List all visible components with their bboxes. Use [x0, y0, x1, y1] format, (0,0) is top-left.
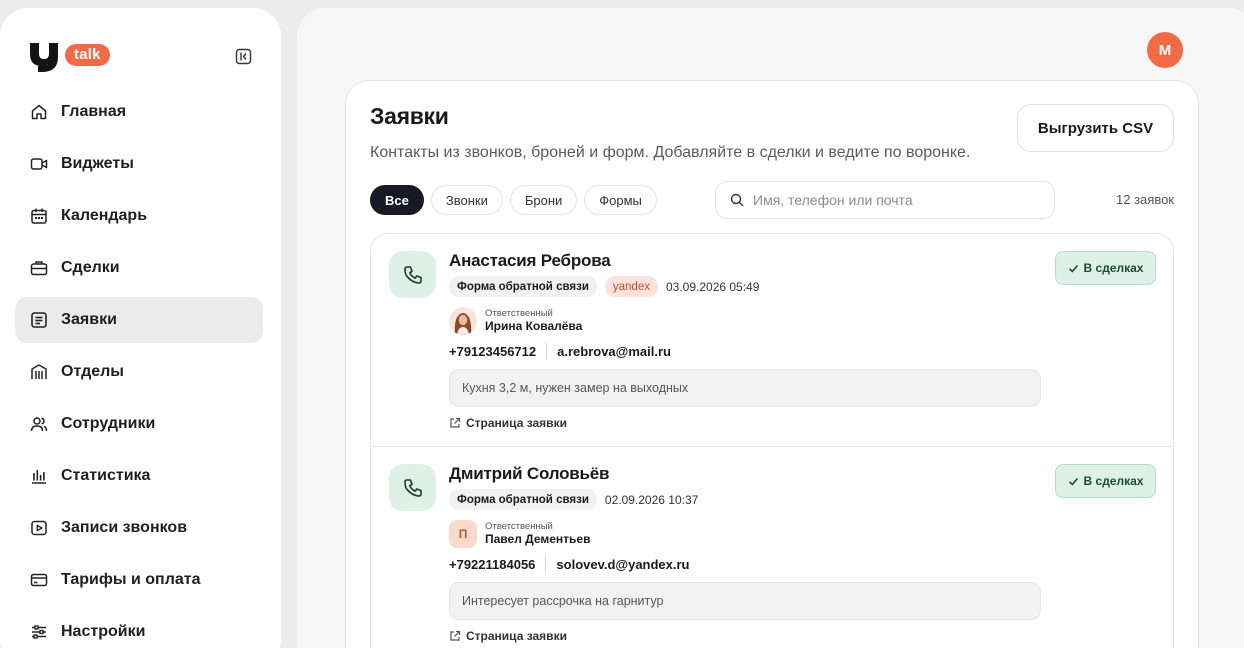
search-box[interactable] [715, 181, 1055, 219]
external-link-icon [450, 630, 461, 641]
check-icon [1068, 264, 1078, 273]
sidebar-item-calendar[interactable]: Календарь [15, 193, 263, 239]
export-csv-button[interactable]: Выгрузить CSV [1017, 104, 1174, 152]
sidebar-item-label: Статистика [61, 467, 151, 484]
sidebar-item-label: Сделки [61, 259, 120, 276]
lead-type-badge [389, 251, 436, 298]
list-item[interactable]: Анастасия Реброва Форма обратной связи y… [371, 234, 1173, 447]
list-item[interactable]: Дмитрий Соловьёв Форма обратной связи 02… [371, 447, 1173, 648]
sidebar-item-departments[interactable]: Отделы [15, 349, 263, 395]
chart-icon [32, 470, 46, 484]
lead-page-link-label: Страница заявки [466, 629, 567, 643]
sidebar-item-label: Заявки [61, 311, 117, 328]
responsible-name: Ирина Ковалёва [485, 319, 583, 333]
sidebar-item-label: Настройки [61, 623, 146, 640]
lead-date: 02.09.2026 10:37 [604, 492, 699, 507]
lead-page-link[interactable]: Страница заявки [449, 416, 567, 430]
calendar-icon [31, 208, 47, 224]
lead-comment: Интересует рассрочка на гарнитур [449, 582, 1041, 620]
sidebar-item-home[interactable]: Главная [15, 89, 263, 135]
home-icon [31, 104, 47, 120]
filter-calls[interactable]: Звонки [430, 185, 503, 215]
sidebar-item-statistics[interactable]: Статистика [15, 453, 263, 499]
sidebar-item-call-records[interactable]: Записи звонков [15, 505, 263, 551]
sidebar-item-label: Виджеты [61, 155, 134, 172]
check-icon [1068, 477, 1078, 486]
divider [546, 343, 548, 359]
sidebar-item-label: Отделы [61, 363, 124, 380]
logo-mark-icon [30, 43, 58, 72]
lead-name: Анастасия Реброва [449, 251, 611, 270]
sidebar-item-label: Записи звонков [61, 519, 188, 536]
sliders-icon [32, 625, 46, 639]
sidebar-item-label: Главная [61, 103, 127, 120]
lead-date: 03.09.2026 05:49 [665, 279, 760, 294]
utm-tag: yandex [604, 276, 658, 297]
phone-icon [403, 265, 422, 284]
responsible: Ответственный Ирина Ковалёва [449, 307, 582, 335]
lead-page-link-label: Страница заявки [466, 416, 567, 430]
avatar: П [449, 520, 477, 548]
users-icon [30, 417, 48, 432]
filter-chips: Все Звонки Брони Формы [370, 185, 664, 215]
lead-comment: Кухня 3,2 м, нужен замер на выходных [449, 369, 1041, 407]
avatar [449, 307, 477, 335]
lead-page-link[interactable]: Страница заявки [449, 629, 567, 643]
user-avatar[interactable]: М [1147, 32, 1183, 68]
sidebar-item-leads[interactable]: Заявки [15, 297, 263, 343]
filter-forms[interactable]: Формы [584, 185, 657, 215]
lead-phone[interactable]: +79123456712 [449, 344, 536, 359]
source-tag: Форма обратной связи [449, 276, 597, 297]
divider [545, 556, 547, 572]
sidebar-item-widgets[interactable]: Виджеты [15, 141, 263, 187]
search-icon [730, 193, 744, 207]
responsible-name: Павел Дементьев [485, 532, 591, 546]
lead-type-badge [389, 464, 436, 511]
lead-contacts: +79221184056 solovev.d@yandex.ru [449, 556, 690, 572]
sidebar-item-label: Сотрудники [61, 415, 156, 432]
lead-name: Дмитрий Соловьёв [449, 464, 610, 483]
external-link-icon [450, 417, 461, 428]
sidebar-item-label: Календарь [61, 207, 148, 224]
list-icon [31, 312, 47, 328]
video-icon [30, 158, 48, 170]
lead-contacts: +79123456712 a.rebrova@mail.ru [449, 343, 671, 359]
card-icon [30, 573, 48, 587]
sidebar-nav: Главная Виджеты Календарь Сделки Заявки … [15, 89, 263, 648]
sidebar-item-deals[interactable]: Сделки [15, 245, 263, 291]
lead-tags: Форма обратной связи 02.09.2026 10:37 [449, 489, 698, 510]
sidebar-item-employees[interactable]: Сотрудники [15, 401, 263, 447]
sidebar-item-label: Тарифы и оплата [61, 571, 201, 588]
source-tag: Форма обратной связи [449, 489, 597, 510]
lead-email[interactable]: a.rebrova@mail.ru [557, 344, 671, 359]
page-subtitle: Контакты из звонков, броней и форм. Доба… [370, 144, 971, 161]
responsible: П Ответственный Павел Дементьев [449, 520, 590, 548]
filter-all[interactable]: Все [370, 185, 424, 215]
page-title: Заявки [370, 103, 449, 129]
in-deals-button[interactable]: В сделках [1055, 251, 1156, 285]
filter-bookings[interactable]: Брони [509, 185, 578, 215]
logo-text: talk [65, 44, 110, 66]
lead-phone[interactable]: +79221184056 [449, 557, 535, 572]
building-icon [31, 364, 47, 379]
responsible-label: Ответственный [485, 308, 553, 319]
logo[interactable]: talk [28, 40, 110, 74]
briefcase-icon [30, 261, 48, 276]
in-deals-label: В сделках [1083, 474, 1144, 488]
search-input[interactable] [753, 192, 1033, 208]
phone-icon [403, 478, 422, 497]
leads-list: Анастасия Реброва Форма обратной связи y… [370, 233, 1174, 648]
sidebar-item-settings[interactable]: Настройки [15, 609, 263, 648]
play-icon [31, 520, 47, 536]
leads-count: 12 заявок [1116, 192, 1174, 207]
sidebar: talk Главная Виджеты Календарь Сделки За… [0, 8, 281, 648]
sidebar-item-billing[interactable]: Тарифы и оплата [15, 557, 263, 603]
collapse-sidebar-icon[interactable] [235, 48, 252, 65]
in-deals-button[interactable]: В сделках [1055, 464, 1156, 498]
lead-tags: Форма обратной связи yandex 03.09.2026 0… [449, 276, 759, 297]
lead-email[interactable]: solovev.d@yandex.ru [556, 557, 689, 572]
responsible-label: Ответственный [485, 521, 553, 532]
in-deals-label: В сделках [1083, 261, 1144, 275]
